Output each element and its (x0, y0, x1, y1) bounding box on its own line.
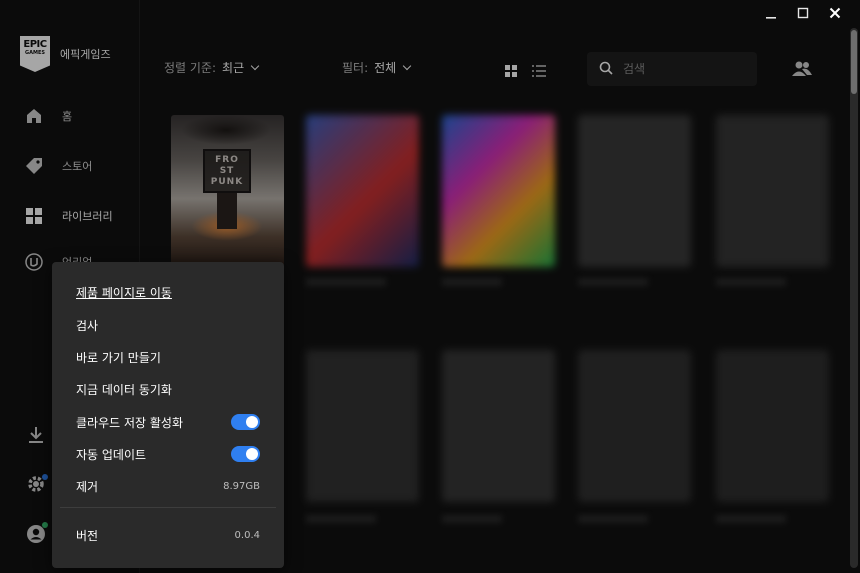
menu-item-sync-data[interactable]: 지금 데이터 동기화 (76, 381, 172, 398)
menu-item-product-page[interactable]: 제품 페이지로 이동 (76, 284, 172, 301)
game-tile[interactable] (306, 350, 419, 502)
list-view-icon[interactable] (532, 62, 546, 77)
game-tile[interactable] (442, 350, 555, 502)
search-icon (599, 60, 613, 79)
brand[interactable]: EPIC GAMES 에픽게임즈 (20, 36, 111, 72)
game-title-placeholder (306, 278, 386, 286)
toggle-knob (246, 448, 258, 460)
cover-title-line: PUNK (210, 176, 244, 187)
sidebar-item-library[interactable]: 라이브러리 (24, 206, 113, 226)
cover-title-line: ST (219, 165, 235, 176)
sort-dropdown[interactable]: 정렬 기준: 최근 (164, 59, 260, 76)
tag-icon (24, 156, 44, 176)
filter-dropdown[interactable]: 필터: 전체 (342, 59, 412, 76)
chevron-down-icon (402, 61, 412, 70)
logo-text-top: EPIC (23, 39, 47, 50)
scrollbar-thumb[interactable] (851, 30, 857, 94)
home-icon (24, 106, 44, 126)
grid-view-icon[interactable] (505, 62, 517, 77)
cloud-save-toggle[interactable] (231, 414, 260, 430)
version-label: 버전 (76, 529, 99, 543)
close-icon[interactable] (826, 4, 844, 22)
menu-item-verify[interactable]: 검사 (76, 317, 98, 334)
search-box[interactable] (587, 52, 757, 86)
sort-label: 정렬 기준: (164, 61, 217, 75)
filter-value: 전체 (374, 61, 397, 75)
epic-games-logo: EPIC GAMES (20, 36, 50, 72)
install-size: 8.97GB (223, 481, 260, 492)
game-context-menu: 제품 페이지로 이동 검사 바로 가기 만들기 지금 데이터 동기화 클라우드 … (52, 262, 284, 568)
sidebar-item-home[interactable]: 홈 (24, 106, 72, 126)
version-value: 0.0.4 (234, 530, 260, 541)
auto-update-toggle[interactable] (231, 446, 260, 462)
game-title-placeholder (442, 278, 502, 286)
game-tile[interactable] (716, 350, 829, 502)
sidebar-item-label: 라이브러리 (62, 210, 113, 223)
menu-item-auto-update: 자동 업데이트 (76, 448, 147, 462)
game-tile[interactable] (442, 115, 555, 267)
unreal-icon (24, 252, 44, 272)
game-title-placeholder (578, 515, 648, 523)
menu-item-uninstall[interactable]: 제거 (76, 478, 98, 495)
cover-title-line: FRO (215, 154, 239, 165)
game-cover-title: FRO ST PUNK (203, 149, 251, 193)
menu-item-create-shortcut[interactable]: 바로 가기 만들기 (76, 349, 161, 366)
toggle-knob (246, 416, 258, 428)
game-tile-frostpunk[interactable]: FRO ST PUNK (171, 115, 284, 267)
cover-smoke (181, 115, 271, 145)
game-title-placeholder (716, 515, 786, 523)
notification-dot (42, 474, 48, 480)
game-title-placeholder (306, 515, 376, 523)
maximize-icon[interactable] (794, 4, 812, 22)
scrollbar[interactable] (850, 28, 858, 568)
menu-divider (60, 507, 276, 508)
chevron-down-icon (250, 61, 260, 70)
game-title-placeholder (716, 278, 786, 286)
game-tile[interactable] (716, 115, 829, 267)
friends-icon[interactable] (792, 60, 812, 78)
search-input[interactable] (623, 62, 743, 76)
game-title-placeholder (578, 278, 648, 286)
sidebar-item-store[interactable]: 스토어 (24, 156, 92, 176)
download-icon[interactable] (26, 425, 46, 445)
window-controls (762, 4, 844, 22)
logo-text-bottom: GAMES (25, 50, 45, 56)
minimize-icon[interactable] (762, 4, 780, 22)
grid-icon (24, 206, 44, 226)
sidebar-item-label: 홈 (62, 110, 73, 123)
sidebar-item-label: 스토어 (62, 160, 93, 173)
online-status-dot (42, 522, 48, 528)
filter-label: 필터: (342, 61, 369, 75)
game-tile[interactable] (578, 115, 691, 267)
game-title-placeholder (442, 515, 502, 523)
game-tile[interactable] (306, 115, 419, 267)
brand-name: 에픽게임즈 (60, 48, 111, 61)
sort-value: 최근 (222, 61, 245, 75)
cover-tower (217, 193, 237, 229)
menu-item-cloud-save: 클라우드 저장 활성화 (76, 416, 183, 430)
game-tile[interactable] (578, 350, 691, 502)
